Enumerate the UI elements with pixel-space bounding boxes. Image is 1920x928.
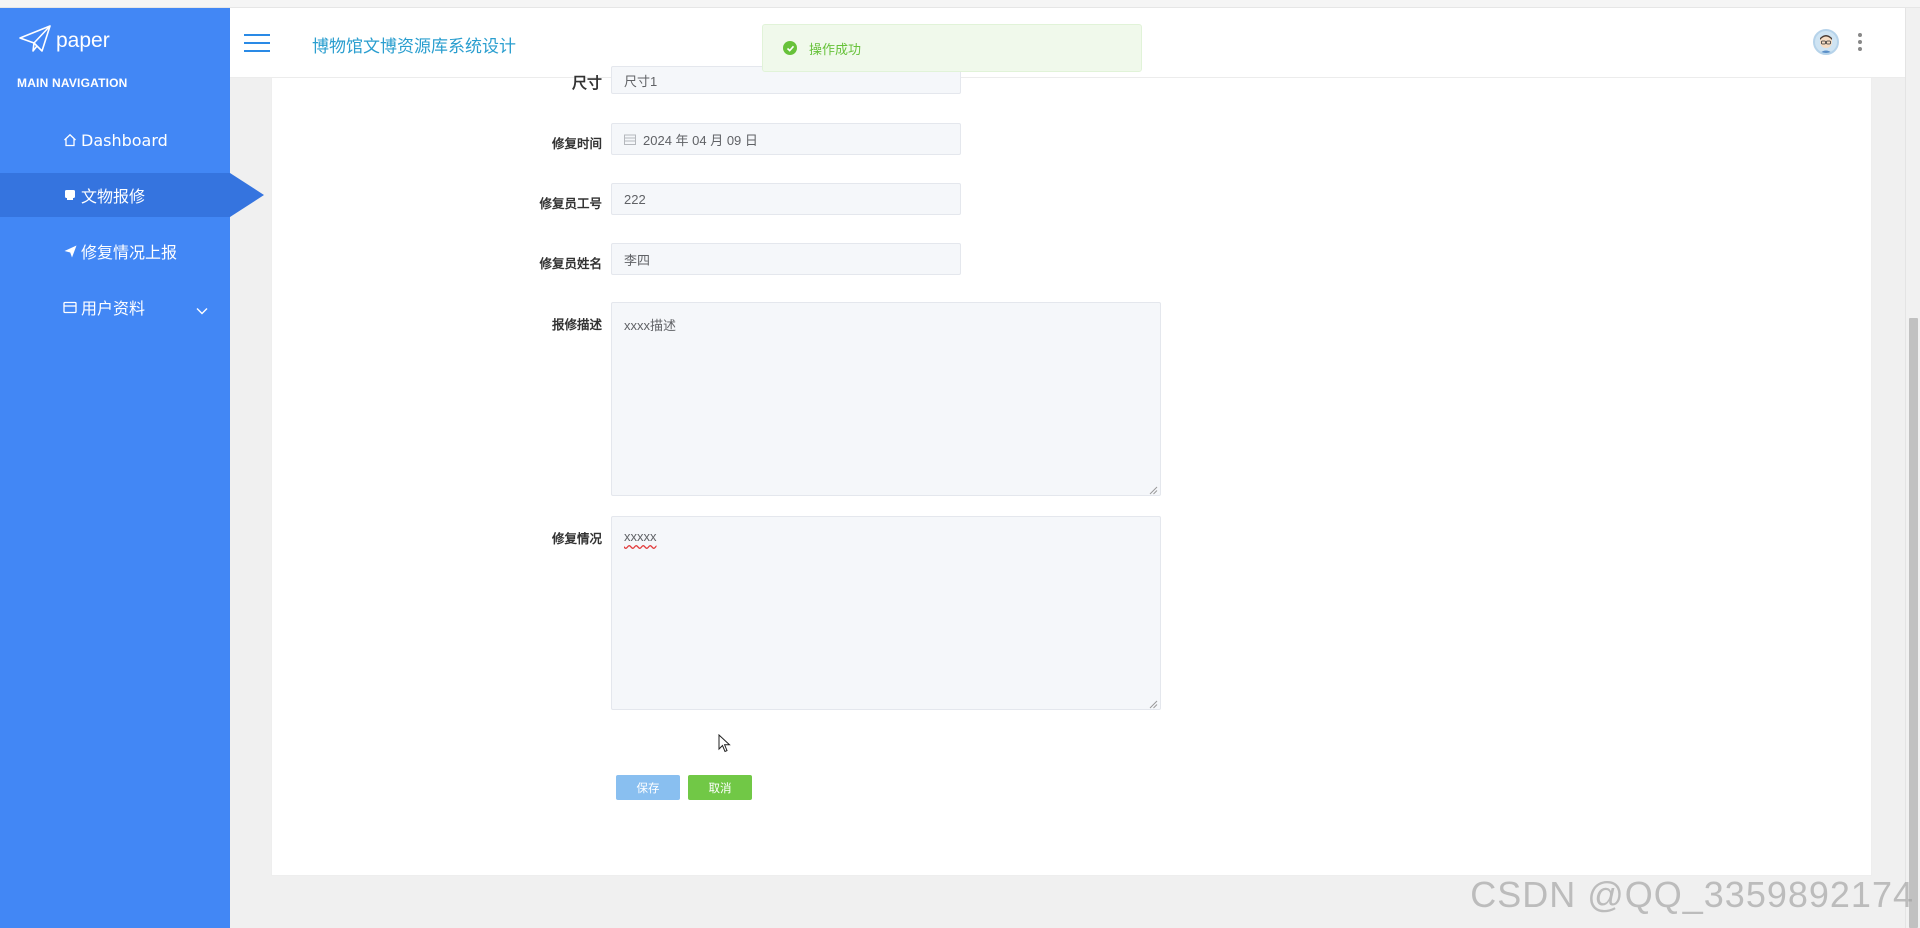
repair-status-label: 修复情况 (551, 531, 602, 546)
sidebar-item-label: 用户资料 (81, 299, 146, 318)
form-card: 尺寸 尺寸1 修复时间 2024 年 04 月 09 日 修复员工号 222 修… (271, 66, 1872, 876)
sidebar-item-label: Dashboard (81, 130, 168, 150)
cancel-button[interactable]: 取消 (688, 775, 752, 800)
sidebar-item-repair-report[interactable]: 修复情况上报 (0, 229, 230, 273)
repairer-name-field[interactable]: 李四 (611, 243, 961, 275)
repair-time-value: 2024 年 04 月 09 日 (643, 132, 758, 148)
repair-time-field[interactable]: 2024 年 04 月 09 日 (611, 123, 961, 155)
calendar-icon (624, 134, 636, 145)
avatar[interactable] (1813, 29, 1839, 55)
repairer-id-field[interactable]: 222 (611, 183, 961, 215)
chevron-down-icon[interactable] (196, 300, 208, 319)
save-button[interactable]: 保存 (616, 775, 680, 800)
sidebar-item-label: 修复情况上报 (81, 243, 178, 262)
mouse-cursor-icon (718, 733, 732, 754)
sidebar-item-dashboard[interactable]: Dashboard (0, 118, 230, 162)
repair-desc-value: xxxx描述 (624, 318, 677, 333)
logo-text: paper (56, 29, 110, 52)
scrollbar-thumb[interactable] (1909, 318, 1918, 928)
id-card-icon (63, 300, 77, 314)
menu-toggle-icon[interactable] (244, 34, 270, 54)
more-options-icon[interactable] (1857, 33, 1863, 51)
size-value: 尺寸1 (624, 73, 658, 89)
repair-time-label: 修复时间 (551, 136, 602, 151)
nav-heading: MAIN NAVIGATION (17, 76, 128, 90)
resize-handle-icon[interactable] (1148, 697, 1158, 709)
repair-desc-textarea[interactable]: xxxx描述 (611, 302, 1161, 496)
repairer-name-label: 修复员姓名 (539, 256, 602, 271)
check-circle-icon (783, 41, 797, 55)
vertical-scrollbar[interactable] (1905, 8, 1920, 928)
size-label: 尺寸 (571, 74, 602, 92)
home-icon (63, 133, 77, 147)
success-toast: 操作成功 (762, 24, 1142, 72)
sidebar-item-artifact-repair[interactable]: 文物报修 (0, 173, 264, 217)
repairer-id-value: 222 (624, 191, 646, 207)
send-icon (63, 244, 77, 258)
top-strip (0, 0, 1920, 8)
sidebar: paper MAIN NAVIGATION Dashboard 文物报修 修复情… (0, 8, 264, 928)
app-title: 博物馆文博资源库系统设计 (312, 37, 516, 57)
repairer-id-label: 修复员工号 (539, 196, 602, 211)
repair-status-value: xxxxx (624, 529, 657, 544)
paper-plane-icon (18, 24, 52, 58)
sidebar-item-user-profile[interactable]: 用户资料 (0, 285, 230, 329)
repairer-name-value: 李四 (624, 252, 651, 268)
resize-handle-icon[interactable] (1148, 483, 1158, 495)
toast-message: 操作成功 (809, 42, 862, 58)
repair-status-textarea[interactable]: xxxxx (611, 516, 1161, 710)
inbox-icon (63, 188, 77, 202)
repair-desc-label: 报修描述 (551, 317, 602, 332)
watermark: CSDN @QQ_3359892174 (1470, 874, 1914, 915)
sidebar-item-label: 文物报修 (81, 187, 146, 206)
logo[interactable]: paper (18, 24, 110, 58)
